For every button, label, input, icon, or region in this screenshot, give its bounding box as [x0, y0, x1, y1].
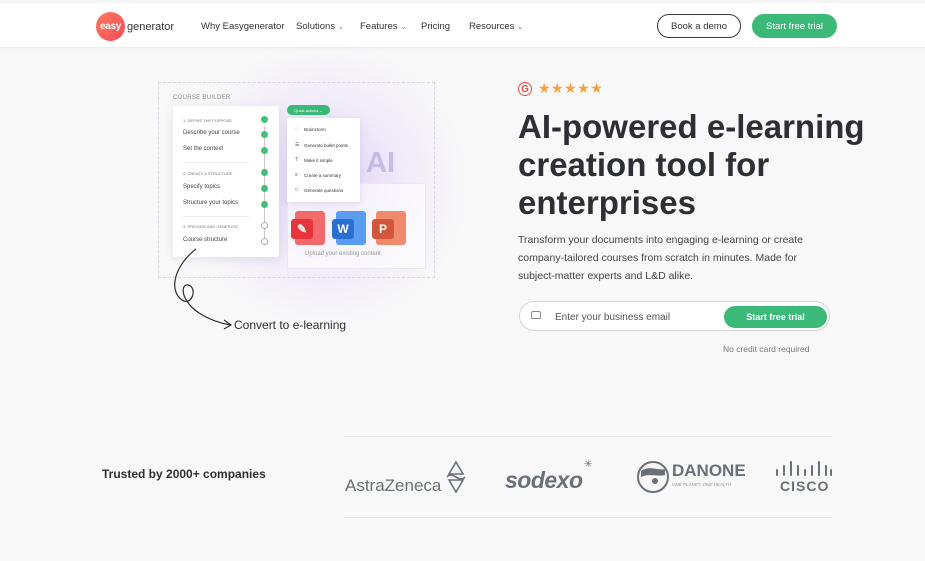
- step-check-icon: [261, 185, 268, 192]
- menu-item-label: Create a summary: [304, 172, 342, 178]
- quick-actions-button: Quick actions ⌄: [287, 105, 330, 115]
- pdf-glyph: ✎: [291, 219, 313, 239]
- nav-label: Why Easygenerator: [201, 21, 285, 32]
- step-pending-icon: [261, 238, 268, 245]
- no-credit-card-note: No credit card required: [723, 344, 810, 354]
- divider: [183, 162, 249, 163]
- word-letter: W: [332, 219, 354, 239]
- cisco-logo: CISCO: [780, 478, 830, 494]
- nav-label: Solutions: [296, 21, 336, 32]
- step-check-icon: [261, 201, 268, 208]
- step-item: Set the context: [183, 146, 224, 152]
- divider: [344, 517, 832, 518]
- menu-item-brainstorm: ◌ Brainstorm: [295, 126, 326, 132]
- menu-item-label: Brainstorm: [304, 126, 326, 132]
- nav-pricing[interactable]: Pricing: [421, 21, 450, 32]
- g2-rating-icon: G: [518, 82, 532, 96]
- step-check-icon: [261, 147, 268, 154]
- chevron-down-icon: ⌄: [338, 23, 344, 31]
- ai-watermark: AI: [366, 147, 395, 179]
- course-builder-title: COURSE BUILDER: [173, 95, 231, 101]
- section-title: 3. PREVIEW AND GENERATE: [183, 224, 239, 229]
- bulb-icon: ◌: [295, 126, 298, 132]
- upload-text: Upload your existing content: [305, 251, 381, 257]
- menu-item-simplify: T Make it simple: [295, 157, 333, 163]
- step-check-icon: [261, 116, 268, 123]
- step-pending-icon: [261, 222, 268, 229]
- menu-item-summary: ≡ Create a summary: [295, 172, 341, 178]
- list-icon: ☰: [295, 142, 300, 148]
- trusted-title: Trusted by 2000+ companies: [102, 467, 266, 481]
- nav-solutions[interactable]: Solutions ⌄: [296, 21, 344, 32]
- nav-resources[interactable]: Resources ⌄: [469, 21, 523, 32]
- step-check-icon: [261, 169, 268, 176]
- sodexo-logo: sodexo: [505, 467, 583, 493]
- header-top-strip: [0, 0, 925, 3]
- nav-label: Features: [360, 21, 398, 32]
- hero-title: AI-powered e-learning creation tool for …: [518, 108, 865, 221]
- logo[interactable]: easy generator: [96, 12, 174, 41]
- danone-mark-icon: [637, 461, 669, 493]
- menu-item-questions: □ Generate questions: [295, 187, 343, 193]
- menu-item-label: Make it simple: [304, 157, 333, 163]
- mail-icon: [531, 311, 541, 319]
- convert-label: Convert to e-learning: [234, 318, 347, 332]
- curved-arrow-icon: [174, 248, 233, 330]
- astrazeneca-mark-icon: [446, 460, 466, 494]
- course-builder-panel: 1. DEFINE THE PURPOSE Describe your cour…: [173, 106, 279, 257]
- word-icon: W: [332, 211, 370, 245]
- question-icon: □: [295, 187, 299, 193]
- hero-subtitle: Transform your documents into engaging e…: [518, 234, 804, 282]
- step-check-icon: [261, 131, 268, 138]
- logo-text: generator: [127, 20, 175, 33]
- step-item: Describe your course: [183, 130, 240, 136]
- nav-why-easygenerator[interactable]: Why Easygenerator: [201, 21, 284, 32]
- nav-label: Resources: [469, 21, 515, 32]
- step-item: Structure your topics: [183, 200, 239, 206]
- email-input[interactable]: [555, 309, 715, 325]
- rating-stars: ★★★★★: [538, 80, 604, 96]
- astrazeneca-logo: AstraZeneca: [345, 476, 442, 495]
- section-title: 2. CREATE A STRUCTURE: [183, 171, 233, 176]
- pdf-icon: ✎: [291, 211, 329, 245]
- summary-icon: ≡: [295, 172, 298, 178]
- powerpoint-icon: P: [372, 211, 410, 245]
- powerpoint-letter: P: [372, 219, 394, 239]
- email-signup-form: Start free trial: [519, 301, 830, 331]
- cisco-bars-icon: [776, 461, 832, 476]
- logo-badge: easy: [96, 12, 125, 41]
- chevron-down-icon: ⌄: [400, 23, 407, 31]
- divider: [183, 216, 249, 217]
- book-demo-button[interactable]: Book a demo: [657, 14, 741, 38]
- menu-item-label: Generate questions: [304, 187, 344, 193]
- menu-item-label: Generate bullet points: [304, 142, 349, 148]
- header: easy generator Why Easygenerator Solutio…: [0, 0, 925, 48]
- step-item: Course structure: [183, 237, 228, 243]
- text-icon: T: [295, 157, 299, 163]
- section-title: 1. DEFINE THE PURPOSE: [183, 118, 232, 123]
- start-trial-button[interactable]: Start free trial: [752, 14, 837, 38]
- divider: [344, 436, 832, 437]
- ai-actions-menu: ◌ Brainstorm ☰ Generate bullet points T Mak…: [287, 118, 360, 202]
- chevron-down-icon: ⌄: [517, 23, 524, 31]
- danone-tagline: ONE PLANET. ONE HEALTH: [672, 482, 732, 487]
- danone-logo: DANONE: [672, 461, 746, 480]
- step-item: Specify topics: [183, 184, 221, 190]
- menu-item-bullet-points: ☰ Generate bullet points: [295, 142, 348, 148]
- nav-label: Pricing: [421, 21, 451, 32]
- nav-features[interactable]: Features ⌄: [360, 21, 406, 32]
- start-trial-submit-button[interactable]: Start free trial: [724, 306, 827, 328]
- sodexo-star-icon: ✳: [584, 459, 593, 470]
